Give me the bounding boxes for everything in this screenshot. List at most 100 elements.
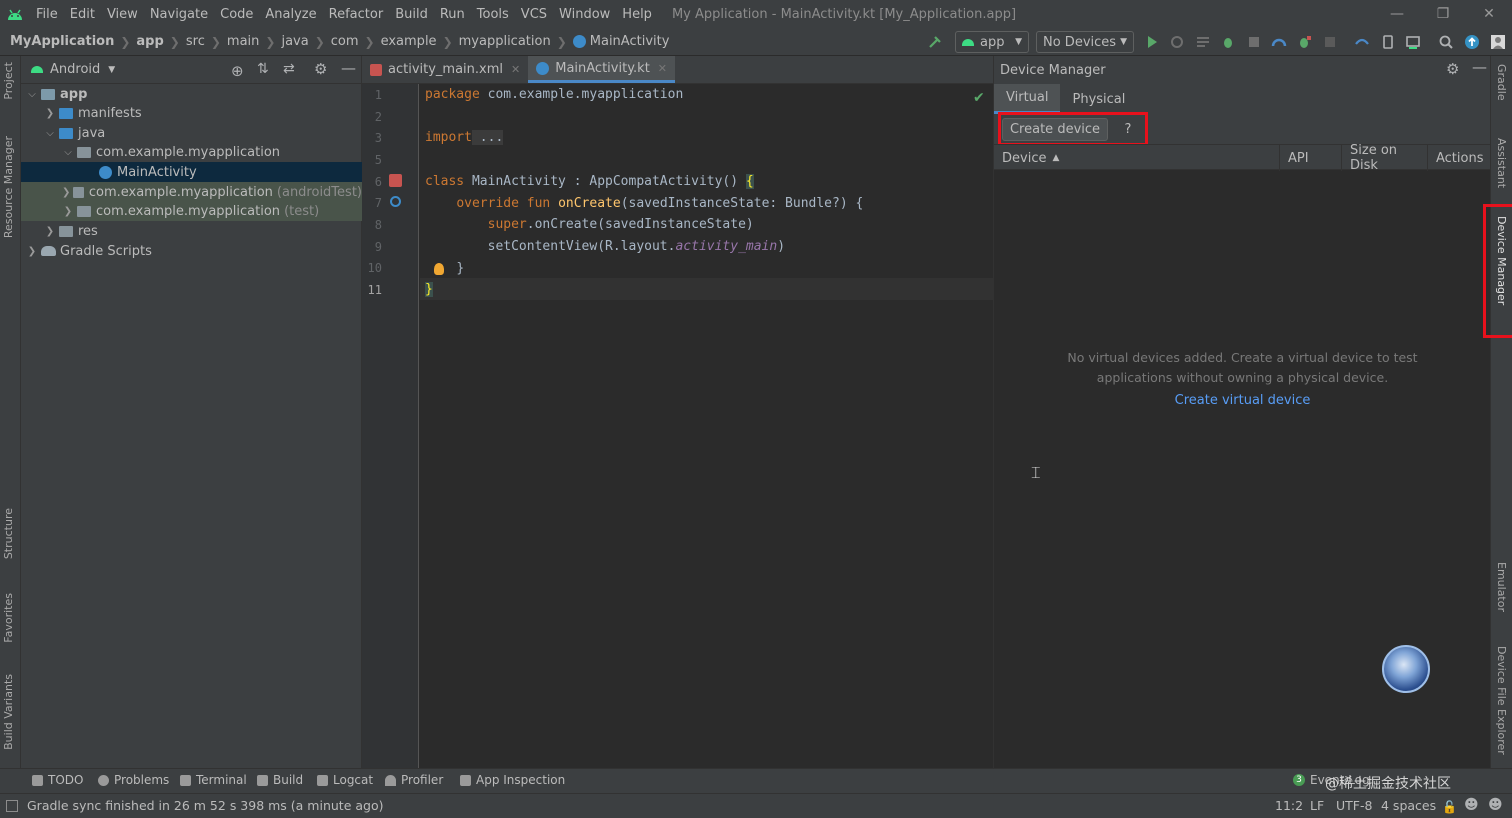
make-project-icon[interactable] xyxy=(927,34,943,50)
tool-tab-profiler[interactable]: Profiler xyxy=(385,773,443,787)
chevron-right-icon[interactable]: ❯ xyxy=(25,246,39,257)
minimize-icon[interactable]: — xyxy=(1374,0,1420,28)
breadcrumb-com[interactable]: com xyxy=(331,34,359,49)
column-actions[interactable]: Actions xyxy=(1427,145,1491,171)
tool-tab-logcat[interactable]: Logcat xyxy=(317,773,373,787)
profile-icon[interactable] xyxy=(1271,34,1287,50)
column-api[interactable]: API xyxy=(1279,145,1341,171)
code-line-11[interactable]: } xyxy=(425,282,433,297)
dropdown-arrow-icon[interactable]: ▼ xyxy=(108,65,115,75)
menu-navigate[interactable]: Navigate xyxy=(144,7,214,22)
tool-tab-resource-manager[interactable]: Resource Manager xyxy=(2,136,15,238)
face-icon[interactable]: ☻ xyxy=(1464,797,1479,813)
code-line-8[interactable]: super.onCreate(savedInstanceState) xyxy=(425,217,754,232)
tool-tab-assistant[interactable]: Assistant xyxy=(1495,138,1508,188)
hide-panel-icon[interactable]: — xyxy=(1472,58,1487,76)
breadcrumb-project[interactable]: MyApplication xyxy=(10,34,114,49)
run-icon[interactable] xyxy=(1144,34,1160,50)
attach-debugger-icon[interactable] xyxy=(1297,34,1313,50)
breadcrumb-main[interactable]: main xyxy=(227,34,259,49)
run-config-combo[interactable]: app ▼ xyxy=(955,31,1029,53)
caret-position[interactable]: 11:2 xyxy=(1275,798,1303,813)
stop-icon[interactable] xyxy=(1322,34,1338,50)
code-line-7[interactable]: override fun onCreate(savedInstanceState… xyxy=(425,196,863,211)
file-encoding[interactable]: UTF-8 xyxy=(1336,798,1372,813)
gear-icon[interactable]: ⚙ xyxy=(314,60,327,78)
device-combo[interactable]: No Devices ▼ xyxy=(1036,31,1134,53)
coverage-icon[interactable] xyxy=(1246,34,1262,50)
status-message[interactable]: Gradle sync finished in 26 m 52 s 398 ms… xyxy=(27,798,383,813)
close-tab-icon[interactable]: ✕ xyxy=(658,62,667,75)
tool-tab-gradle[interactable]: Gradle xyxy=(1495,64,1508,101)
tool-tab-structure[interactable]: Structure xyxy=(2,508,15,559)
code-line-3[interactable]: import ... xyxy=(425,130,504,145)
locate-icon[interactable]: ⊕ xyxy=(231,62,244,80)
expand-all-icon[interactable]: ⇅ xyxy=(257,61,269,77)
tree-item-res[interactable]: ❯ res xyxy=(21,221,362,241)
search-icon[interactable] xyxy=(1438,34,1454,50)
close-tab-icon[interactable]: ✕ xyxy=(511,63,520,76)
tool-tab-todo[interactable]: TODO xyxy=(32,773,83,787)
menu-edit[interactable]: Edit xyxy=(64,7,101,22)
chevron-down-icon[interactable]: ⌵ xyxy=(43,128,57,139)
collapse-all-icon[interactable]: ⇄ xyxy=(283,61,295,77)
rerun-icon[interactable] xyxy=(1169,34,1185,50)
code-line-10[interactable]: } xyxy=(425,261,464,276)
tool-tab-problems[interactable]: Problems xyxy=(98,773,169,787)
menu-file[interactable]: File xyxy=(30,7,64,22)
breadcrumb-mainactivity[interactable]: MainActivity xyxy=(590,34,670,49)
menu-vcs[interactable]: VCS xyxy=(515,7,553,22)
tool-tab-device-file-explorer[interactable]: Device File Explorer xyxy=(1495,646,1508,755)
tree-item-app[interactable]: ⌵ app xyxy=(21,84,362,104)
tree-item-package-test[interactable]: ❯ com.example.myapplication (test) xyxy=(21,201,362,221)
tool-tab-build-variants[interactable]: Build Variants xyxy=(2,674,15,750)
menu-refactor[interactable]: Refactor xyxy=(323,7,390,22)
menu-help[interactable]: Help xyxy=(616,7,658,22)
menu-code[interactable]: Code xyxy=(214,7,259,22)
code-line-1[interactable]: package com.example.myapplication xyxy=(425,87,683,102)
account-icon[interactable] xyxy=(1490,34,1506,50)
close-icon[interactable]: ✕ xyxy=(1466,0,1512,28)
project-view-selector[interactable]: Android xyxy=(50,62,100,77)
code-line-9[interactable]: setContentView(R.layout.activity_main) xyxy=(425,239,785,254)
menu-build[interactable]: Build xyxy=(389,7,434,22)
tree-item-mainactivity[interactable]: MainActivity xyxy=(21,162,362,182)
menu-window[interactable]: Window xyxy=(553,7,616,22)
apply-changes-icon[interactable] xyxy=(1195,34,1211,50)
tree-item-gradle-scripts[interactable]: ❯ Gradle Scripts xyxy=(21,241,362,261)
run-class-gutter-icon[interactable] xyxy=(389,174,402,187)
menu-view[interactable]: View xyxy=(101,7,144,22)
tab-mainactivity-kt[interactable]: MainActivity.kt ✕ xyxy=(528,56,676,83)
tool-tab-build[interactable]: Build xyxy=(257,773,303,787)
tree-item-manifests[interactable]: ❯ manifests xyxy=(21,103,362,123)
sdk-manager-icon[interactable] xyxy=(1405,34,1421,50)
lock-icon[interactable]: 🔓 xyxy=(1442,800,1457,814)
tab-physical[interactable]: Physical xyxy=(1060,84,1137,114)
tool-tab-project[interactable]: Project xyxy=(2,62,15,100)
gear-icon[interactable]: ⚙ xyxy=(1446,60,1459,78)
update-icon[interactable] xyxy=(1464,34,1480,50)
toggle-tool-windows-icon[interactable] xyxy=(6,800,18,812)
debug-icon[interactable] xyxy=(1220,34,1236,50)
tree-item-package-main[interactable]: ⌵ com.example.myapplication xyxy=(21,142,362,162)
tool-tab-terminal[interactable]: Terminal xyxy=(180,773,247,787)
restore-icon[interactable]: ❐ xyxy=(1420,0,1466,28)
tool-tab-emulator[interactable]: Emulator xyxy=(1495,562,1508,612)
tab-virtual[interactable]: Virtual xyxy=(994,84,1061,114)
chevron-down-icon[interactable]: ⌵ xyxy=(61,147,75,158)
breadcrumb-example[interactable]: example xyxy=(381,34,437,49)
sync-gradle-icon[interactable] xyxy=(1354,34,1370,50)
chevron-down-icon[interactable]: ⌵ xyxy=(25,89,39,100)
chevron-right-icon[interactable]: ❯ xyxy=(43,108,57,119)
column-size-on-disk[interactable]: Size on Disk xyxy=(1341,143,1427,173)
tree-item-java[interactable]: ⌵ java xyxy=(21,123,362,143)
menu-run[interactable]: Run xyxy=(434,7,471,22)
device-manager-toolbar-icon[interactable] xyxy=(1380,34,1396,50)
line-separator[interactable]: LF xyxy=(1310,798,1324,813)
override-gutter-icon[interactable] xyxy=(390,196,401,207)
notifications-icon[interactable]: ☻ xyxy=(1488,797,1503,813)
column-device[interactable]: Device ▲ xyxy=(994,145,1279,171)
tab-activity-main-xml[interactable]: activity_main.xml ✕ xyxy=(362,56,528,83)
tree-item-package-androidtest[interactable]: ❯ com.example.myapplication (androidTest… xyxy=(21,182,362,202)
menu-tools[interactable]: Tools xyxy=(471,7,515,22)
